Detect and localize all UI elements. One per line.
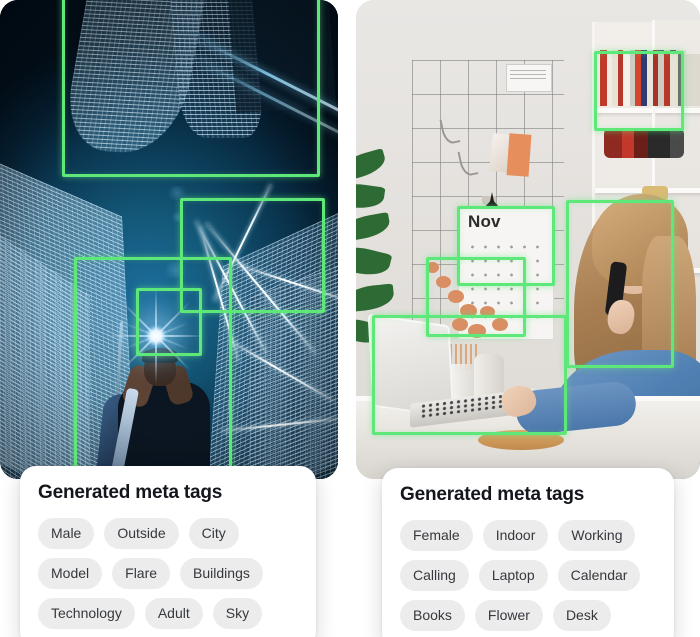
meta-tag[interactable]: Books [400, 600, 465, 631]
dried-flower [426, 262, 439, 273]
meta-tag[interactable]: Working [558, 520, 636, 551]
meta-tag[interactable]: Calling [400, 560, 469, 591]
books-shelf-secondary [658, 54, 700, 106]
meta-tag[interactable]: Male [38, 518, 95, 549]
image-panel-city-night[interactable] [0, 0, 338, 479]
meta-tag[interactable]: Flare [112, 558, 171, 589]
meta-tag[interactable]: Adult [144, 598, 203, 629]
meta-tag[interactable]: Laptop [478, 560, 548, 591]
card-title: Generated meta tags [38, 482, 223, 503]
meta-tag[interactable]: Calendar [557, 560, 641, 591]
tag-list-left: Male Outside City Model Flare Buildings Techno… [38, 518, 298, 629]
meta-tag[interactable]: Buildings [180, 558, 263, 589]
meta-tag[interactable]: Sky [212, 598, 263, 629]
dried-flower [452, 318, 468, 331]
calendar-month-label: Nov [468, 212, 501, 231]
dried-flower [480, 306, 495, 318]
meta-tag[interactable]: Desk [552, 600, 611, 631]
meta-tag[interactable]: Indoor [482, 520, 549, 551]
tag-list-right: Female Indoor Working Calling Laptop Calendar… [400, 520, 656, 631]
orange-swatch [506, 133, 532, 177]
meta-tag[interactable]: Technology [38, 598, 135, 629]
note-text-lines [510, 70, 546, 80]
meta-tags-card-left: Generated meta tags Male Outside City Model… [20, 466, 316, 637]
dried-flower [436, 276, 451, 288]
comparison-gallery: Nov Generated meta tags Male Outside Cit… [0, 0, 700, 637]
meta-tag[interactable]: Female [400, 520, 473, 551]
calendar-day-grid [466, 240, 546, 326]
meta-tag[interactable]: City [188, 518, 239, 549]
meta-tag[interactable]: Flower [474, 600, 543, 631]
card-title: Generated meta tags [400, 484, 585, 505]
dried-flower [468, 324, 486, 338]
image-panel-woman-desk[interactable]: Nov [356, 0, 700, 479]
photo-vignette [0, 0, 338, 479]
meta-tag[interactable]: Model [38, 558, 103, 589]
meta-tags-card-right: Generated meta tags Female Indoor Working C… [382, 468, 674, 637]
dried-flower [460, 304, 477, 318]
meta-tag[interactable]: Outside [104, 518, 179, 549]
dried-flower [448, 290, 464, 303]
shelf-decor [604, 128, 684, 158]
dried-flower [492, 318, 508, 331]
wooden-tray [478, 430, 564, 450]
